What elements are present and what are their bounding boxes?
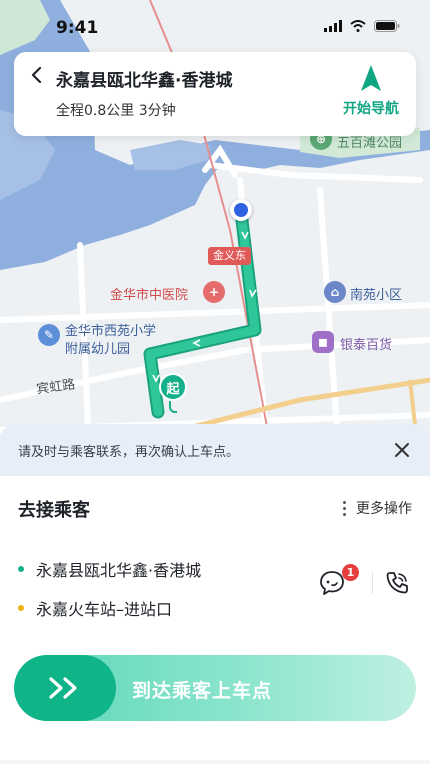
- more-vertical-icon: [343, 500, 346, 516]
- map-label-station: 金义东: [213, 249, 246, 262]
- status-icons: [324, 20, 400, 32]
- signal-icon: [324, 20, 342, 32]
- wifi-icon: [350, 20, 366, 32]
- community-icon: ⌂: [324, 281, 346, 303]
- pickup-address-text: 永嘉县瓯北华鑫·香港城: [36, 561, 202, 580]
- unread-badge: 1: [342, 564, 359, 581]
- map-label-community: 南苑小区: [350, 288, 403, 303]
- bottom-divider: [0, 760, 430, 764]
- battery-icon: [374, 20, 400, 32]
- action-divider: [372, 572, 373, 594]
- start-navigation-label: 开始导航: [343, 101, 399, 117]
- school-icon: ✎: [38, 324, 60, 346]
- status-time: 9:41: [56, 18, 99, 38]
- route-summary: 全程0.8公里 3分钟: [56, 103, 176, 119]
- destination-title: 永嘉县瓯北华鑫·香港城: [56, 71, 233, 91]
- reminder-text: 请及时与乘客联系，再次确认上车点。: [18, 445, 240, 460]
- pickup-dot: [18, 566, 24, 572]
- chevron-left-icon: [31, 67, 42, 83]
- start-marker: 起: [159, 373, 187, 401]
- dropoff-address-text: 永嘉火车站–进站口: [36, 600, 173, 619]
- mall-icon: ◼: [312, 331, 334, 353]
- slider-label: 到达乘客上车点: [132, 680, 273, 702]
- pickup-address: 永嘉县瓯北华鑫·香港城: [18, 557, 201, 581]
- dropoff-dot: [18, 605, 24, 611]
- reminder-banner: 请及时与乘客联系，再次确认上车点。: [0, 424, 430, 476]
- navigation-arrow-icon: [361, 65, 381, 91]
- map-label-school-line2: 附属幼儿园: [65, 342, 131, 357]
- more-actions-label: 更多操作: [356, 501, 412, 517]
- start-navigation-button[interactable]: 开始导航: [326, 52, 416, 136]
- start-pin-tail: [169, 401, 177, 413]
- map-label-school-line1: 金华市西苑小学: [65, 324, 157, 339]
- hospital-icon: +: [203, 281, 225, 303]
- current-location-marker: [230, 199, 252, 221]
- back-button[interactable]: [24, 62, 50, 88]
- panel-title: 去接乘客: [18, 500, 90, 521]
- map-label-mall: 银泰百货: [340, 338, 393, 353]
- map-label-hospital: 金华市中医院: [110, 288, 189, 303]
- more-actions-button[interactable]: 更多操作: [343, 498, 412, 518]
- order-panel: 去接乘客 更多操作 永嘉县瓯北华鑫·香港城 永嘉火车站–进站口 1 到达乘客上车…: [0, 476, 430, 765]
- dropoff-address: 永嘉火车站–进站口: [18, 596, 172, 620]
- double-chevron-right-icon: [49, 677, 77, 699]
- slider-handle[interactable]: [14, 655, 116, 721]
- start-marker-label: 起: [166, 381, 180, 397]
- station-tag: 金义东: [208, 247, 251, 265]
- arrive-slider[interactable]: 到达乘客上车点: [14, 655, 416, 721]
- phone-icon[interactable]: [384, 570, 410, 596]
- close-icon[interactable]: [392, 440, 412, 460]
- route-card: 永嘉县瓯北华鑫·香港城 全程0.8公里 3分钟 开始导航: [14, 52, 416, 136]
- status-bar: 9:41: [0, 0, 430, 44]
